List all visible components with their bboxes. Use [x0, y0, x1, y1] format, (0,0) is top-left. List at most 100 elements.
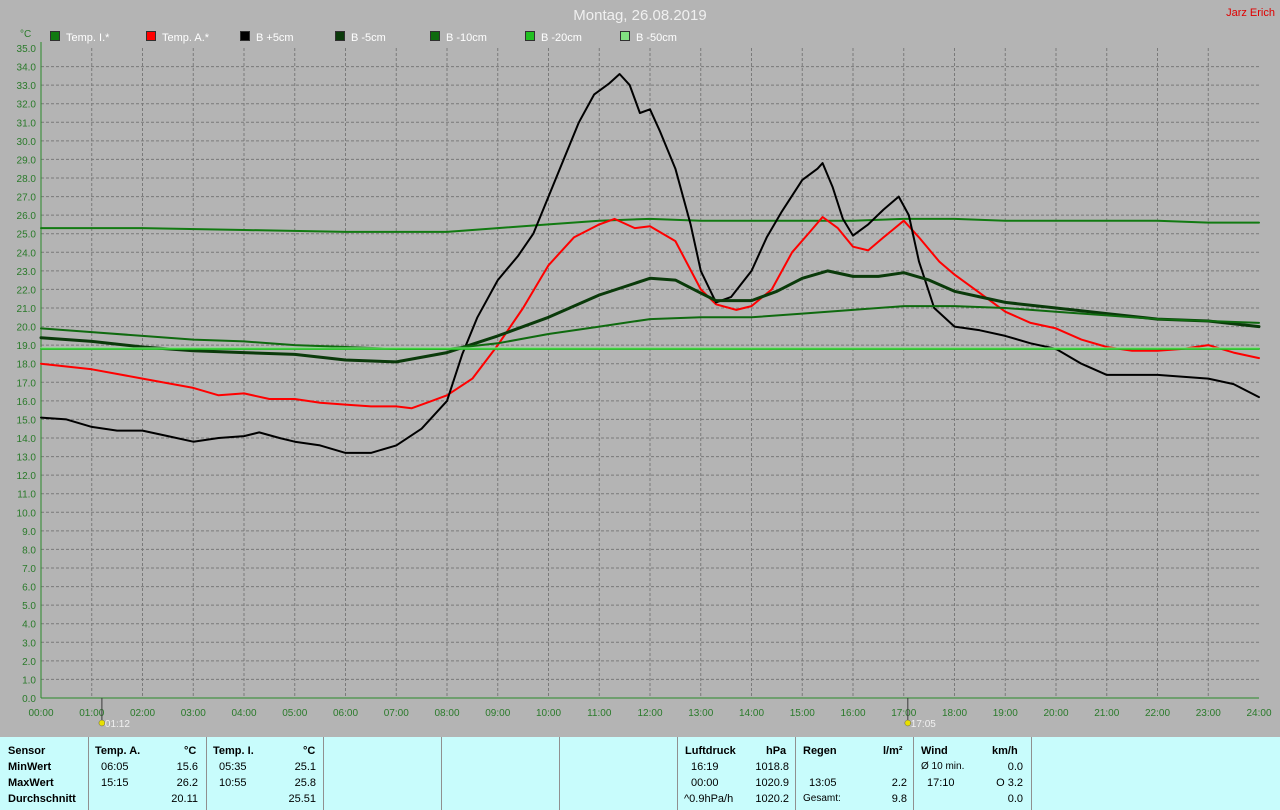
- rain-header: Regen: [803, 745, 837, 757]
- pressure-unit: hPa: [766, 745, 787, 757]
- x-tick-label: 21:00: [1094, 708, 1119, 719]
- x-tick-label: 18:00: [942, 708, 967, 719]
- x-tick-label: 12:00: [637, 708, 662, 719]
- wind-avg-label: Ø 10 min.: [921, 761, 965, 772]
- x-tick-label: 04:00: [231, 708, 256, 719]
- x-tick-label: 23:00: [1196, 708, 1221, 719]
- y-tick-label: 12.0: [17, 471, 37, 482]
- y-tick-label: 35.0: [17, 44, 37, 55]
- y-tick-label: 0.0: [22, 694, 36, 705]
- legend-swatch: [525, 31, 535, 41]
- pressure-current-value: 1020.2: [755, 793, 789, 805]
- stats-panel: Sensor MinWert MaxWert Durchschnitt Temp…: [0, 737, 1280, 810]
- wind-gust-time: 17:10: [927, 777, 955, 789]
- rain-total-value: 9.8: [891, 793, 907, 805]
- y-tick-label: 28.0: [17, 174, 37, 185]
- y-tick-label: 1.0: [22, 675, 36, 686]
- legend-item-b-plus5: B +5cm: [240, 31, 294, 44]
- x-tick-label: 24:00: [1246, 708, 1271, 719]
- wind-avg-value: 0.0: [1007, 761, 1023, 773]
- y-tick-label: 14.0: [17, 434, 37, 445]
- temp-i-min-value: 25.1: [294, 761, 316, 773]
- divider: [88, 737, 89, 810]
- x-tick-label: 06:00: [333, 708, 358, 719]
- legend-item-b-minus10: B -10cm: [430, 31, 487, 44]
- y-tick-label: 26.0: [17, 211, 37, 222]
- wind-unit: km/h: [992, 745, 1018, 757]
- divider: [913, 737, 914, 810]
- sensor-header: Sensor: [8, 745, 46, 757]
- pressure-max-value: 1020.9: [755, 777, 789, 789]
- x-tick-label: 11:00: [587, 708, 612, 719]
- y-tick-label: 11.0: [17, 490, 36, 501]
- legend-item-b-minus5: B -5cm: [335, 31, 386, 44]
- temp-i-average: 25.51: [288, 793, 316, 805]
- temp-a-max-time: 15:15: [101, 777, 129, 789]
- series-line-b-10cm: [40, 305, 1260, 350]
- pressure-min-time: 16:19: [691, 761, 719, 773]
- x-tick-label: 01:00: [79, 708, 104, 719]
- x-tick-label: 02:00: [130, 708, 155, 719]
- legend-swatch: [50, 31, 60, 41]
- divider: [795, 737, 796, 810]
- y-tick-label: 9.0: [22, 527, 36, 538]
- y-tick-label: 27.0: [17, 193, 37, 204]
- legend-item-b-minus50: B -50cm: [620, 31, 677, 44]
- rain-time: 13:05: [809, 777, 837, 789]
- x-tick-label: 13:00: [688, 708, 713, 719]
- pressure-trend-label: ^0.9hPa/h: [684, 793, 734, 805]
- y-tick-label: 31.0: [17, 118, 37, 129]
- temp-a-max-value: 26.2: [176, 777, 198, 789]
- y-axis-unit-label: °C: [20, 29, 31, 40]
- y-tick-label: 24.0: [17, 248, 37, 259]
- x-tick-label: 05:00: [282, 708, 307, 719]
- legend-swatch: [620, 31, 630, 41]
- y-tick-label: 34.0: [17, 63, 37, 74]
- temp-a-min-value: 15.6: [176, 761, 198, 773]
- legend-item-temp-i: Temp. I.*: [50, 31, 109, 44]
- y-tick-label: 19.0: [17, 341, 37, 352]
- x-tick-label: 16:00: [840, 708, 865, 719]
- temp-i-unit: °C: [303, 745, 316, 757]
- rain-total-label: Gesamt:: [803, 793, 841, 804]
- x-tick-label: 00:00: [28, 708, 53, 719]
- row-label-max: MaxWert: [8, 777, 54, 789]
- temp-i-max-time: 10:55: [219, 777, 247, 789]
- temp-i-max-value: 25.8: [294, 777, 316, 789]
- y-tick-label: 13.0: [17, 453, 37, 464]
- legend-swatch: [335, 31, 345, 41]
- divider: [441, 737, 442, 810]
- pressure-min-value: 1018.8: [755, 761, 789, 773]
- x-tick-label: 07:00: [384, 708, 409, 719]
- legend-item-b-minus20: B -20cm: [525, 31, 582, 44]
- divider: [559, 737, 560, 810]
- x-tick-label: 20:00: [1043, 708, 1068, 719]
- sun-marker-label: 17:05: [911, 719, 936, 730]
- y-tick-label: 32.0: [17, 100, 37, 111]
- y-tick-label: 23.0: [17, 267, 37, 278]
- y-tick-label: 21.0: [17, 304, 37, 315]
- y-tick-label: 16.0: [17, 397, 37, 408]
- y-tick-label: 29.0: [17, 155, 37, 166]
- y-tick-label: 15.0: [17, 415, 37, 426]
- temp-i-header: Temp. I.: [213, 745, 254, 757]
- x-tick-label: 08:00: [434, 708, 459, 719]
- rain-value: 2.2: [891, 777, 907, 789]
- y-tick-label: 2.0: [22, 657, 36, 668]
- x-tick-label: 15:00: [790, 708, 815, 719]
- pressure-max-time: 00:00: [691, 777, 719, 789]
- sun-marker-label: 01:12: [105, 719, 130, 730]
- y-tick-label: 7.0: [22, 564, 36, 575]
- pressure-header: Luftdruck: [685, 745, 736, 757]
- row-label-avg: Durchschnitt: [8, 793, 76, 805]
- x-tick-label: 22:00: [1145, 708, 1170, 719]
- wind-header: Wind: [921, 745, 948, 757]
- temp-a-min-time: 06:05: [101, 761, 129, 773]
- temp-a-unit: °C: [184, 745, 197, 757]
- x-tick-label: 19:00: [993, 708, 1018, 719]
- y-tick-label: 25.0: [17, 230, 37, 241]
- x-tick-label: 03:00: [181, 708, 206, 719]
- divider: [206, 737, 207, 810]
- row-label-min: MinWert: [8, 761, 52, 773]
- y-tick-label: 22.0: [17, 285, 37, 296]
